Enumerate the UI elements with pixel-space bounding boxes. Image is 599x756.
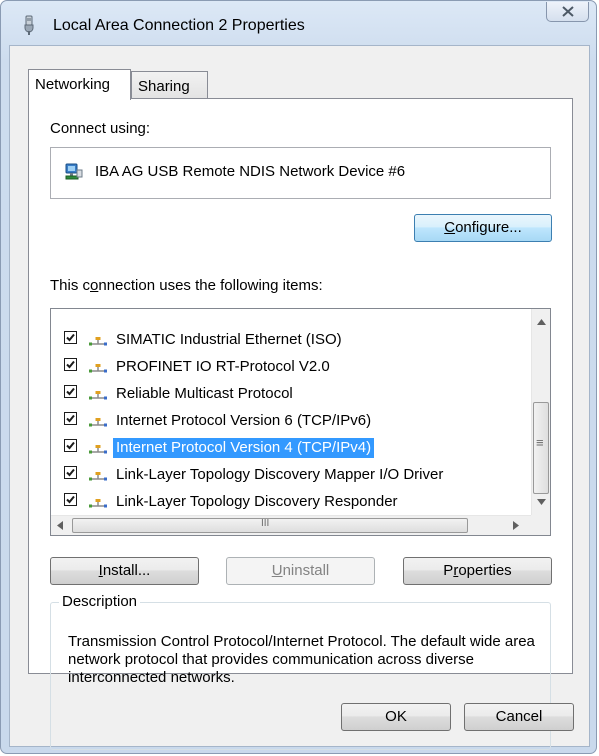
scroll-grip: ≡ xyxy=(536,435,544,450)
item-label: SIMATIC Industrial Ethernet (ISO) xyxy=(116,331,342,348)
list-item[interactable]: Link-Layer Topology Discovery Responder xyxy=(51,489,531,516)
tab-sharing[interactable]: Sharing xyxy=(131,71,208,98)
check-icon xyxy=(66,495,75,504)
cancel-button[interactable]: Cancel xyxy=(464,703,574,731)
check-icon xyxy=(66,333,75,342)
scroll-right-arrow-icon[interactable] xyxy=(513,521,519,530)
uninstall-button: Uninstall xyxy=(226,557,375,585)
item-label: Internet Protocol Version 4 (TCP/IPv4) xyxy=(113,438,375,458)
close-button[interactable] xyxy=(546,2,589,22)
title-bar[interactable]: Local Area Connection 2 Properties xyxy=(1,1,596,45)
protocol-icon xyxy=(89,496,107,513)
scroll-down-arrow-icon[interactable] xyxy=(537,499,546,505)
protocol-icon xyxy=(89,442,107,459)
scroll-left-arrow-icon[interactable] xyxy=(57,521,63,530)
item-checkbox[interactable] xyxy=(64,358,77,371)
horizontal-scrollbar[interactable]: III xyxy=(51,515,550,535)
scroll-up-arrow-icon[interactable] xyxy=(537,319,546,325)
protocol-icon xyxy=(89,415,107,432)
adapter-name: IBA AG USB Remote NDIS Network Device #6 xyxy=(95,163,406,180)
tab-networking[interactable]: Networking xyxy=(28,69,131,100)
configure-button[interactable]: Configure... xyxy=(414,214,552,242)
network-connection-icon xyxy=(21,15,37,35)
check-icon xyxy=(66,414,75,423)
tab-sharing-label: Sharing xyxy=(138,78,190,95)
list-item[interactable]: Reliable Multicast Protocol xyxy=(51,381,531,408)
item-checkbox[interactable] xyxy=(64,385,77,398)
item-checkbox[interactable] xyxy=(64,439,77,452)
adapter-box: IBA AG USB Remote NDIS Network Device #6 xyxy=(50,147,551,199)
horizontal-scroll-thumb[interactable]: III xyxy=(72,518,468,533)
check-icon xyxy=(66,360,75,369)
item-label: PROFINET IO RT-Protocol V2.0 xyxy=(116,358,330,375)
item-checkbox[interactable] xyxy=(64,466,77,479)
item-label: Reliable Multicast Protocol xyxy=(116,385,293,402)
item-label: Link-Layer Topology Discovery Mapper I/O… xyxy=(116,466,444,483)
check-icon xyxy=(66,441,75,450)
vertical-scrollbar[interactable]: ≡ xyxy=(531,309,550,515)
check-icon xyxy=(66,468,75,477)
network-adapter-icon xyxy=(64,162,84,186)
networking-tab-panel: Connect using: IBA AG USB Remote NDIS Ne… xyxy=(28,98,573,750)
window-title: Local Area Connection 2 Properties xyxy=(53,17,305,34)
list-item[interactable]: Link-Layer Topology Discovery Mapper I/O… xyxy=(51,462,531,489)
item-label: Internet Protocol Version 6 (TCP/IPv6) xyxy=(116,412,372,429)
check-icon xyxy=(66,387,75,396)
description-legend: Description xyxy=(59,593,141,610)
item-checkbox[interactable] xyxy=(64,412,77,425)
ok-button[interactable]: OK xyxy=(341,703,451,731)
description-text: Transmission Control Protocol/Internet P… xyxy=(68,633,535,686)
close-icon xyxy=(562,6,574,17)
item-checkbox[interactable] xyxy=(64,493,77,506)
item-checkbox[interactable] xyxy=(64,331,77,344)
list-item[interactable]: PROFINET IO RT-Protocol V2.0 xyxy=(51,354,531,381)
list-item[interactable]: SIMATIC Industrial Ethernet (ISO) xyxy=(51,327,531,354)
dialog-client-area: Networking Sharing Connect using: IBA AG… xyxy=(9,45,590,750)
list-item[interactable]: Internet Protocol Version 6 (TCP/IPv6) xyxy=(51,408,531,435)
item-label: Link-Layer Topology Discovery Responder xyxy=(116,493,398,510)
items-label: This connection uses the following items… xyxy=(50,277,323,294)
protocol-icon xyxy=(89,361,107,378)
properties-dialog: Local Area Connection 2 Properties Netwo… xyxy=(0,0,597,754)
protocol-icon xyxy=(89,388,107,405)
scroll-corner xyxy=(531,515,550,535)
protocol-icon xyxy=(89,469,107,486)
vertical-scroll-thumb[interactable]: ≡ xyxy=(533,402,549,494)
items-list[interactable]: SIMATIC Industrial Ethernet (ISO) PROFIN… xyxy=(50,308,551,536)
properties-button[interactable]: Properties xyxy=(403,557,552,585)
connect-using-label: Connect using: xyxy=(50,120,151,137)
scroll-grip: III xyxy=(261,518,270,529)
list-item-selected[interactable]: Internet Protocol Version 4 (TCP/IPv4) xyxy=(51,435,531,462)
tab-networking-label: Networking xyxy=(35,76,111,93)
protocol-icon xyxy=(89,334,107,351)
install-button[interactable]: Install... xyxy=(50,557,199,585)
